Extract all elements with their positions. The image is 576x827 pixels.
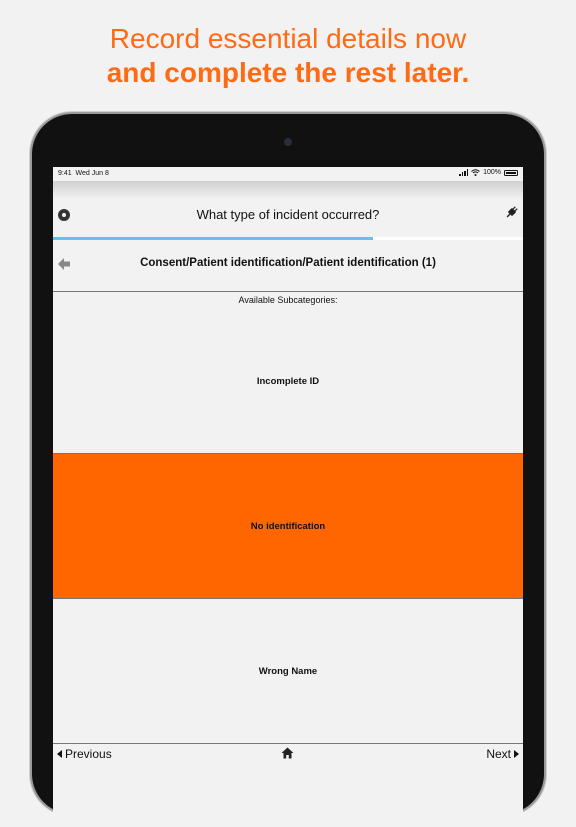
subcategory-label: Incomplete ID [256, 375, 320, 387]
nav-shade [53, 181, 523, 199]
chevron-right-icon [514, 750, 519, 758]
headline-line-1: Record essential details now [109, 23, 467, 54]
subcategory-option[interactable]: Wrong Name [53, 599, 523, 744]
category-path-bar: Consent/Patient identification/Patient i… [53, 241, 523, 292]
question-bar: What type of incident occurred? [53, 199, 523, 239]
progress-fill [53, 237, 373, 240]
promo-headline: Record essential details now and complet… [0, 22, 576, 90]
previous-button[interactable]: Previous [57, 747, 112, 761]
subcategory-label: No identification [250, 520, 326, 532]
progress-bar [53, 237, 523, 240]
subcategory-option-selected[interactable]: No identification [53, 454, 523, 599]
previous-label: Previous [65, 747, 112, 761]
signal-icon [459, 169, 469, 176]
tablet-frame: 9:41 Wed Jun 8 100% What type of inciden… [32, 114, 544, 827]
subcategories-heading: Available Subcategories: [53, 292, 523, 310]
status-time: 9:41 [58, 170, 72, 177]
chevron-left-icon [57, 750, 62, 758]
status-date: Wed Jun 8 [75, 170, 109, 177]
subcategory-option[interactable]: Incomplete ID [53, 309, 523, 454]
app-screen: 9:41 Wed Jun 8 100% What type of inciden… [53, 167, 523, 827]
headline-line-2: and complete the rest later. [106, 57, 470, 88]
status-bar: 9:41 Wed Jun 8 100% [53, 167, 523, 181]
subcategory-label: Wrong Name [258, 665, 318, 677]
question-title: What type of incident occurred? [196, 207, 380, 222]
plug-icon[interactable] [505, 205, 519, 219]
category-path-title: Consent/Patient identification/Patient i… [140, 257, 436, 269]
battery-percent: 100% [483, 169, 501, 176]
next-label: Next [486, 747, 511, 761]
camera-icon [284, 138, 292, 146]
home-icon[interactable] [281, 747, 294, 759]
bottom-nav-bar: Previous Next [53, 742, 523, 767]
battery-icon [504, 169, 518, 176]
next-button[interactable]: Next [486, 747, 519, 761]
wifi-icon [471, 169, 480, 176]
